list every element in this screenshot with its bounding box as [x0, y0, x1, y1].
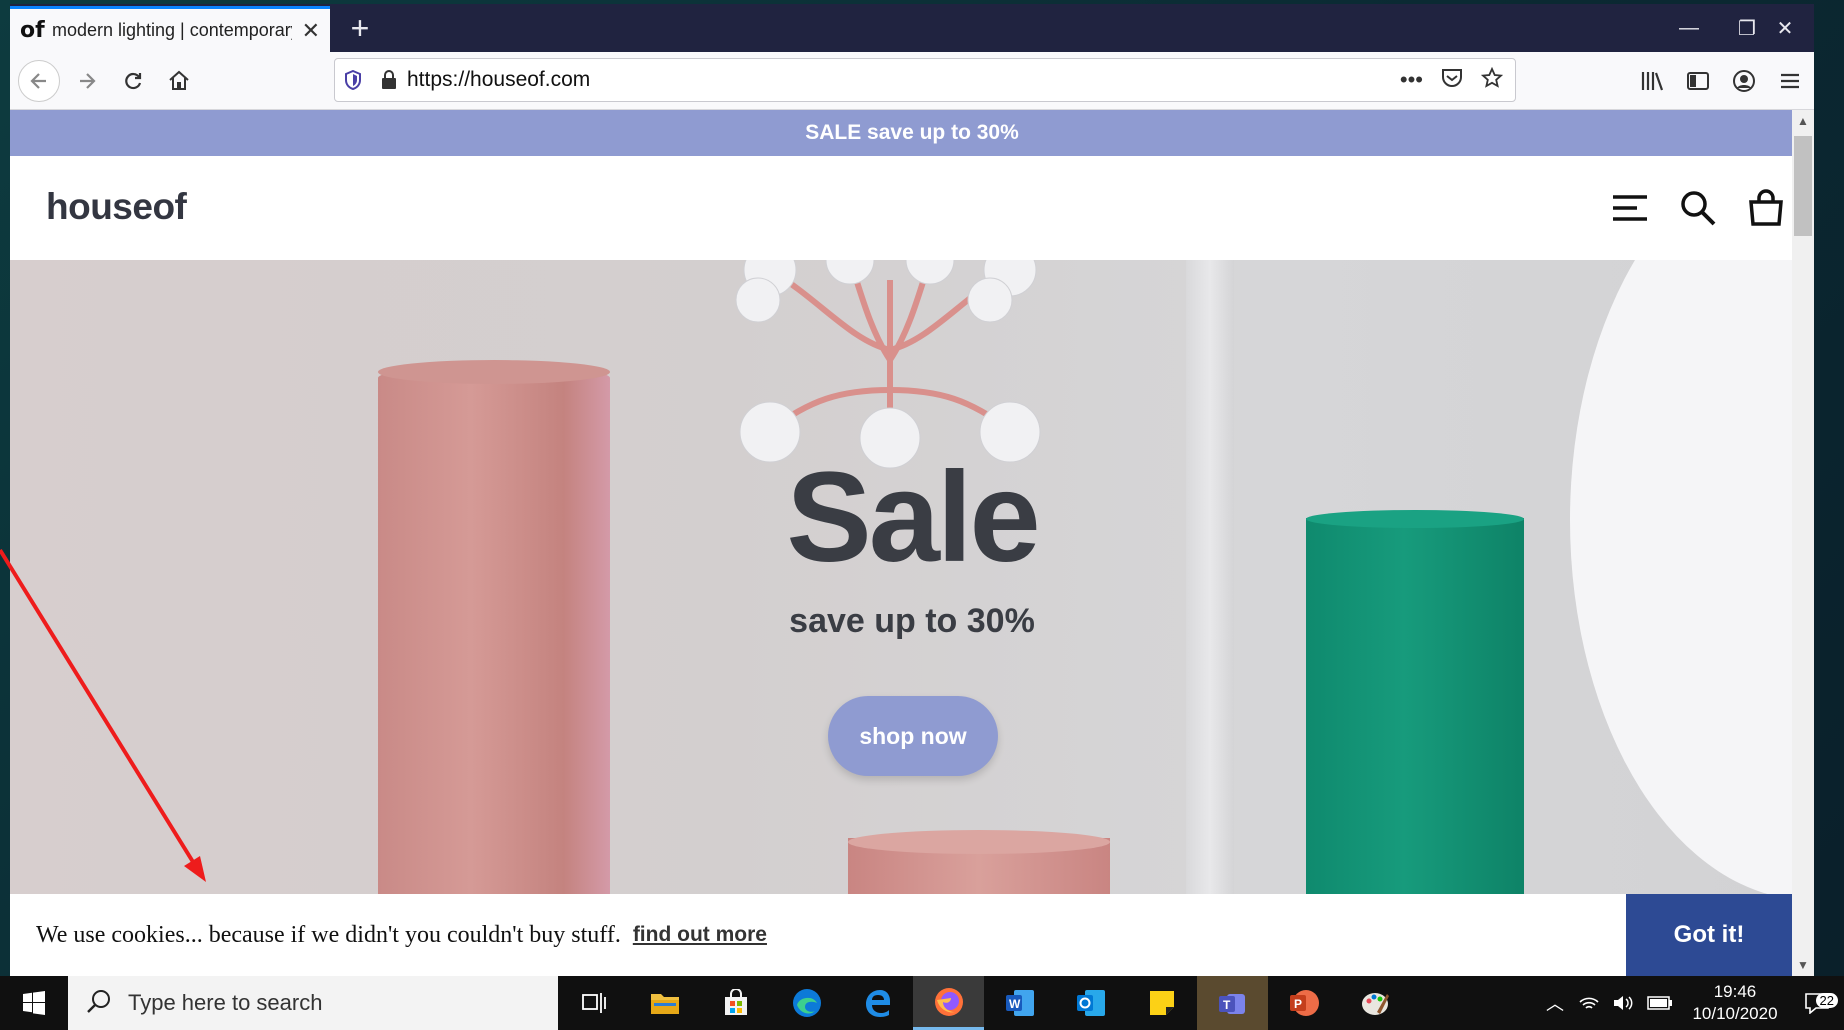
tab-houseof[interactable]: of modern lighting | contemporary ✕ [10, 6, 330, 52]
tracking-shield-icon[interactable] [335, 70, 371, 90]
hero-subtitle: save up to 30% [789, 602, 1035, 640]
svg-text:P: P [1294, 997, 1302, 1011]
pocket-icon[interactable] [1441, 68, 1463, 93]
network-icon[interactable] [1572, 994, 1606, 1012]
powerpoint-icon[interactable]: P [1268, 976, 1339, 1030]
hero-title: Sale [786, 446, 1040, 589]
taskbar-search-box[interactable]: Type here to search [68, 976, 558, 1030]
paint-icon[interactable] [1339, 976, 1410, 1030]
hero-banner: Sale save up to 30% shop now [10, 260, 1814, 894]
taskbar-search-icon [86, 988, 112, 1019]
tab-title: modern lighting | contemporary [51, 20, 292, 40]
svg-text:W: W [1009, 997, 1021, 1011]
hero-pink-pillar-top [378, 360, 610, 384]
annotation-arrow-icon [0, 548, 206, 882]
volume-icon[interactable] [1606, 994, 1640, 1012]
windows-taskbar: Type here to search W T P ︿ 19:46 10/10/… [0, 976, 1844, 1030]
file-explorer-icon[interactable] [629, 976, 700, 1030]
library-icon[interactable] [1636, 60, 1668, 102]
menu-icon[interactable] [1774, 60, 1806, 102]
taskbar-search-placeholder: Type here to search [128, 990, 323, 1015]
browser-window: of modern lighting | contemporary ✕ + — … [10, 4, 1814, 976]
microsoft-store-icon[interactable] [700, 976, 771, 1030]
firefox-taskbar-icon[interactable] [913, 976, 984, 1030]
home-icon[interactable] [158, 60, 200, 102]
show-hidden-icons-icon[interactable]: ︿ [1538, 990, 1572, 1016]
battery-icon[interactable] [1640, 996, 1680, 1010]
edge-legacy-icon[interactable] [842, 976, 913, 1030]
clock-time: 19:46 [1713, 982, 1757, 1001]
scroll-up-icon[interactable]: ▲ [1792, 110, 1814, 132]
find-out-more-link[interactable]: find out more [633, 923, 767, 947]
navigation-toolbar: https://houseof.com ••• [10, 52, 1814, 110]
url-text: https://houseof.com [407, 68, 591, 91]
lock-icon[interactable] [371, 70, 407, 90]
bookmark-star-icon[interactable] [1480, 66, 1504, 94]
search-icon[interactable] [1676, 186, 1720, 230]
reload-icon[interactable] [112, 60, 154, 102]
shop-now-button[interactable]: shop now [828, 696, 998, 776]
account-icon[interactable] [1728, 60, 1760, 102]
windows-start-icon[interactable] [0, 976, 68, 1030]
teams-icon[interactable]: T [1197, 976, 1268, 1030]
close-tab-icon[interactable]: ✕ [302, 18, 320, 44]
tab-favicon: of [20, 18, 45, 43]
promo-banner[interactable]: SALE save up to 30% [10, 110, 1814, 156]
system-tray: ︿ 19:46 10/10/2020 22 [1538, 976, 1844, 1030]
svg-text:T: T [1223, 998, 1231, 1012]
tab-bar: of modern lighting | contemporary ✕ + — … [10, 4, 1814, 52]
clock-date: 10/10/2020 [1692, 1004, 1778, 1023]
sticky-notes-icon[interactable] [1126, 976, 1197, 1030]
address-bar[interactable]: https://houseof.com ••• [334, 58, 1516, 102]
shopping-bag-icon[interactable] [1744, 186, 1788, 230]
sidebar-icon[interactable] [1682, 60, 1714, 102]
action-center-icon[interactable]: 22 [1790, 992, 1844, 1014]
outlook-icon[interactable] [1055, 976, 1126, 1030]
got-it-button[interactable]: Got it! [1626, 894, 1792, 976]
scroll-thumb[interactable] [1794, 136, 1812, 236]
hamburger-menu-icon[interactable] [1608, 186, 1652, 230]
cookie-banner: We use cookies... because if we didn't y… [10, 894, 1814, 976]
edge-chromium-icon[interactable] [771, 976, 842, 1030]
new-tab-icon[interactable]: + [340, 10, 380, 47]
site-logo[interactable]: houseof [46, 186, 187, 228]
web-page: SALE save up to 30% houseof Sale save up… [10, 110, 1814, 976]
hero-pedestal-top [848, 830, 1110, 854]
close-window-icon[interactable]: ✕ [1756, 4, 1814, 52]
task-view-icon[interactable] [558, 976, 629, 1030]
cookie-message: We use cookies... because if we didn't y… [36, 921, 621, 948]
site-header: houseof [10, 156, 1814, 260]
page-scrollbar[interactable]: ▲ ▼ [1792, 110, 1814, 976]
page-actions-icon[interactable]: ••• [1400, 67, 1423, 93]
notification-count: 22 [1815, 993, 1838, 1008]
taskbar-clock[interactable]: 19:46 10/10/2020 [1680, 981, 1790, 1025]
word-icon[interactable]: W [984, 976, 1055, 1030]
minimize-icon[interactable]: — [1660, 4, 1718, 52]
forward-icon[interactable] [66, 60, 108, 102]
scroll-down-icon[interactable]: ▼ [1792, 954, 1814, 976]
back-icon[interactable] [18, 60, 60, 102]
